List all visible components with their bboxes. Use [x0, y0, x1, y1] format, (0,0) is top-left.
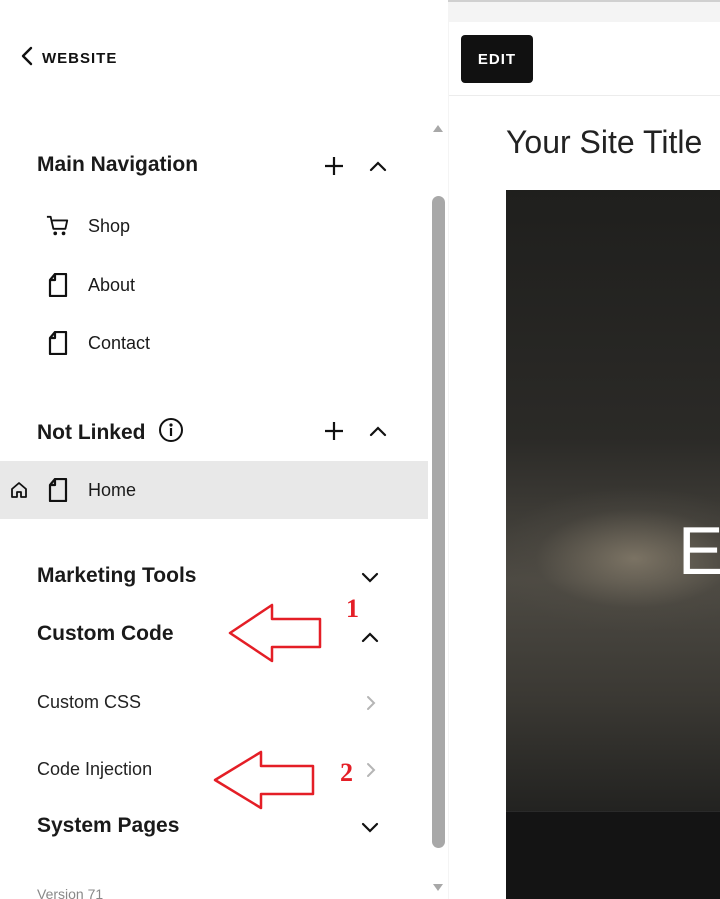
hero-bottom-strip: [506, 811, 720, 899]
nav-item-home[interactable]: Home: [0, 461, 428, 519]
expand-marketing-tools-button[interactable]: [358, 566, 382, 590]
plus-icon: [325, 422, 343, 440]
code-injection-link[interactable]: Code Injection: [37, 759, 152, 780]
nav-item-label: Home: [88, 479, 137, 500]
nav-item-label: Contact: [88, 332, 151, 353]
custom-code-title: Custom Code: [37, 622, 174, 645]
nav-item-contact[interactable]: Contact: [0, 314, 428, 372]
back-to-website-link[interactable]: WEBSITE: [20, 46, 117, 71]
scroll-up-arrow-icon[interactable]: [431, 122, 445, 134]
system-pages-title: System Pages: [37, 814, 180, 837]
main-navigation-heading: Main Navigation: [37, 153, 198, 177]
collapse-not-linked-button[interactable]: [366, 419, 390, 443]
marketing-tools-heading[interactable]: Marketing Tools: [37, 564, 196, 588]
scroll-down-arrow-icon[interactable]: [431, 882, 445, 894]
annotation-arrow-icon: [228, 603, 322, 663]
add-unlinked-page-button[interactable]: [322, 419, 346, 443]
not-linked-heading: Not Linked: [37, 417, 184, 449]
main-navigation-title: Main Navigation: [37, 153, 199, 176]
collapse-custom-code-button[interactable]: [358, 625, 382, 649]
nav-item-about[interactable]: About: [0, 256, 428, 314]
annotation-arrow-icon: [213, 750, 315, 810]
not-linked-title: Not Linked: [37, 421, 146, 444]
website-sidebar: WEBSITE Main Navigation Shop About Conta…: [0, 0, 448, 899]
page-icon: [46, 273, 70, 297]
hero-banner-image: E: [506, 190, 720, 899]
site-preview: EDIT Your Site Title E: [449, 22, 720, 899]
nav-item-shop[interactable]: Shop: [0, 197, 428, 255]
custom-css-label: Custom CSS: [37, 692, 142, 712]
annotation-number: 1: [346, 594, 359, 623]
system-pages-heading[interactable]: System Pages: [37, 814, 179, 838]
site-title[interactable]: Your Site Title: [506, 124, 702, 161]
not-linked-actions: [322, 419, 390, 443]
add-page-button[interactable]: [322, 154, 346, 178]
marketing-tools-title: Marketing Tools: [37, 564, 197, 587]
chevron-up-icon: [369, 426, 387, 437]
hero-heading: E: [678, 513, 720, 589]
version-label: Version 71: [37, 886, 104, 899]
preview-toolbar: EDIT: [449, 22, 720, 96]
home-icon: [9, 480, 29, 500]
collapse-main-navigation-button[interactable]: [366, 154, 390, 178]
page-icon: [46, 331, 70, 355]
chevron-right-icon: [364, 761, 378, 779]
custom-code-heading[interactable]: Custom Code: [37, 622, 174, 646]
nav-item-label: About: [88, 274, 136, 295]
chevron-down-icon: [361, 822, 379, 833]
edit-button[interactable]: EDIT: [461, 35, 533, 83]
chevron-down-icon: [361, 572, 379, 583]
back-link-label: WEBSITE: [42, 50, 118, 67]
scrollbar-thumb[interactable]: [432, 196, 445, 848]
main-navigation-actions: [322, 154, 390, 178]
nav-item-label: Shop: [88, 215, 131, 236]
code-injection-label: Code Injection: [37, 759, 153, 779]
chevron-up-icon: [369, 161, 387, 172]
custom-css-link[interactable]: Custom CSS: [37, 692, 141, 713]
plus-icon: [325, 157, 343, 175]
info-icon[interactable]: [158, 417, 184, 449]
cart-icon: [46, 214, 70, 238]
chevron-left-icon: [20, 46, 34, 71]
chevron-up-icon: [361, 632, 379, 643]
chevron-right-icon: [364, 694, 378, 712]
page-icon: [46, 478, 70, 502]
expand-system-pages-button[interactable]: [358, 816, 382, 840]
annotation-number: 2: [340, 758, 353, 787]
